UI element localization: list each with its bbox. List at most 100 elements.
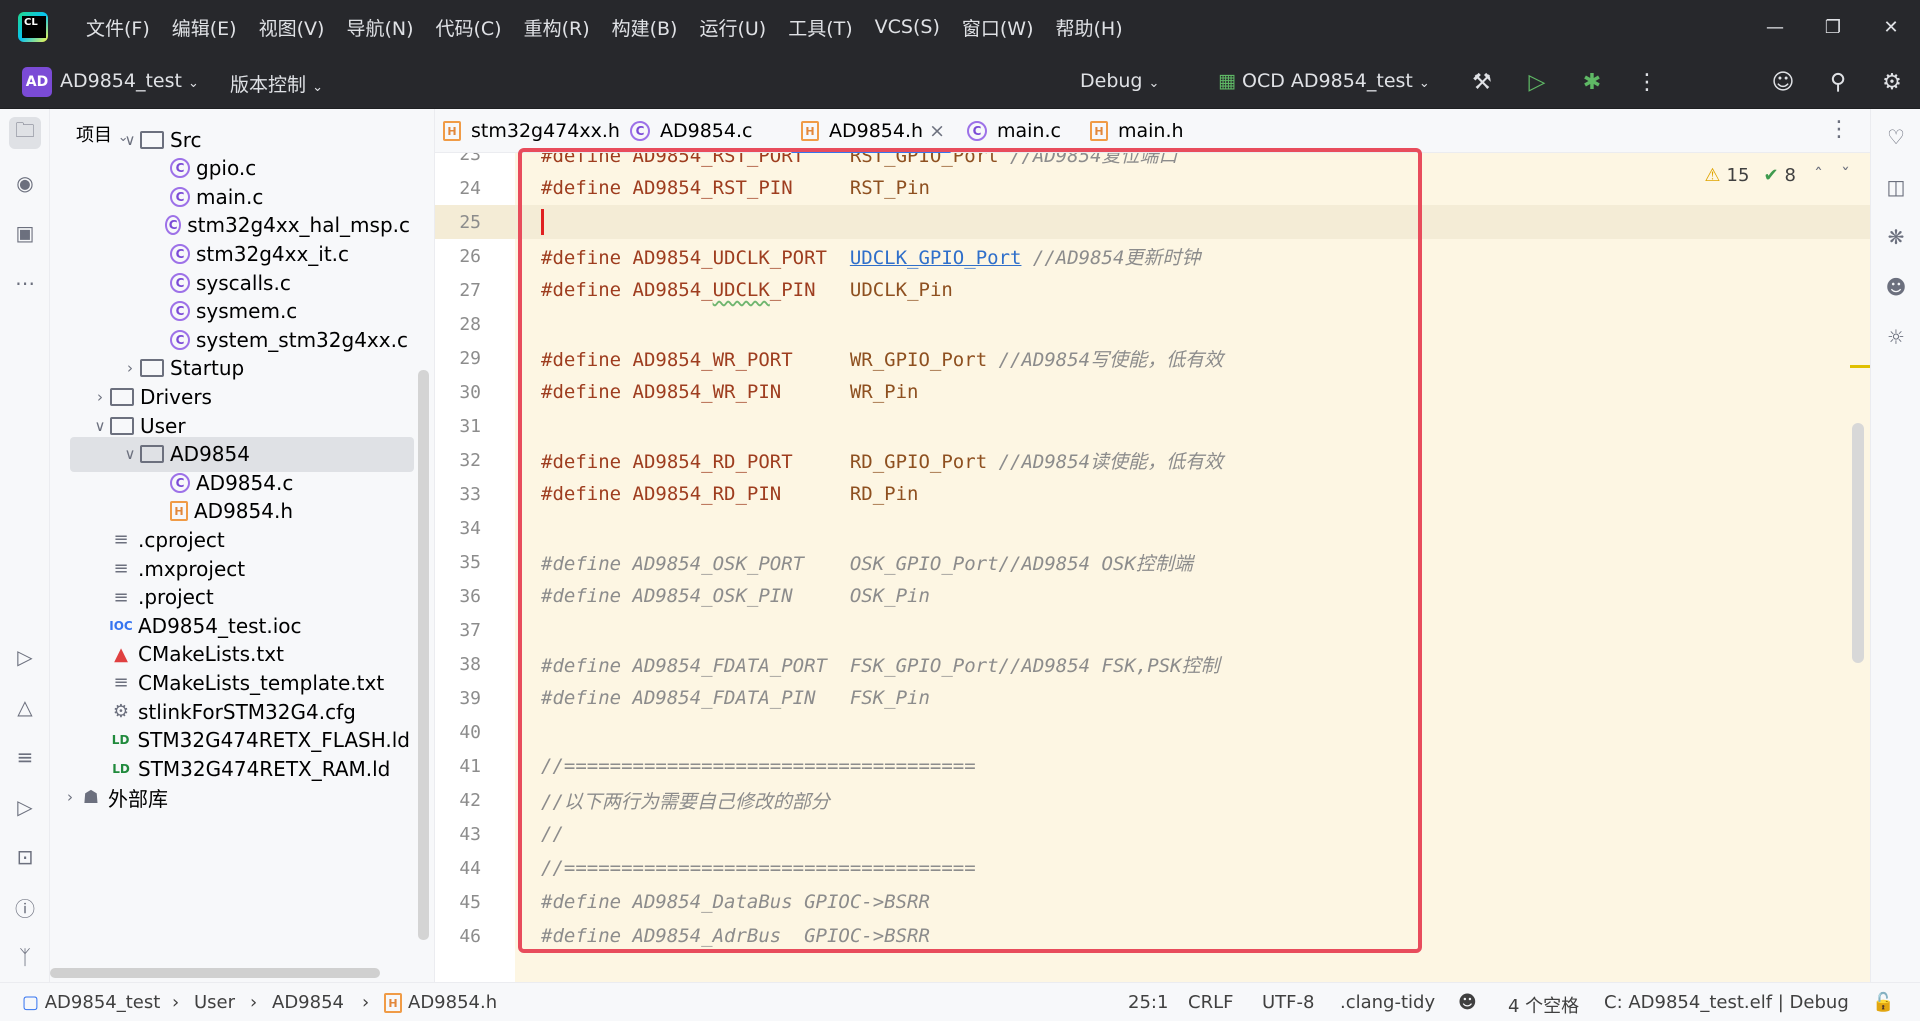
menu-item[interactable]: 编辑(E) <box>172 14 237 41</box>
breadcrumb-item[interactable]: AD9854 <box>272 992 344 1013</box>
tree-item-label: CMakeLists_template.txt <box>138 670 385 695</box>
file-encoding[interactable]: UTF-8 <box>1262 992 1314 1013</box>
inspection-widget[interactable]: ⚠ 15 ✔ 8 ˆ ˇ <box>1698 165 1850 186</box>
tab-label: AD9854.h <box>829 120 924 142</box>
run-target-selector[interactable]: ▦ OCD AD9854_test ⌄ <box>1218 70 1430 92</box>
todo-list-icon[interactable]: ≡ <box>9 741 41 773</box>
project-selector[interactable]: AD9854_test ⌄ <box>60 70 199 92</box>
menu-item[interactable]: 重构(R) <box>524 14 590 41</box>
cursor-position[interactable]: 25:1 <box>1128 992 1168 1013</box>
chevron-right-icon[interactable]: › <box>90 388 110 406</box>
menu-item[interactable]: 文件(F) <box>86 14 150 41</box>
folder-icon <box>140 359 164 378</box>
tree-item-label: Src <box>170 127 202 152</box>
copilot-status-icon[interactable]: ☻ <box>1458 992 1477 1013</box>
line-number: 25 <box>459 211 481 233</box>
more-vertical-icon[interactable]: ⋮ <box>1828 117 1850 142</box>
tree-item-label: AD9854.h <box>194 499 294 524</box>
text-file-icon: ≡ <box>113 672 129 694</box>
structure-icon[interactable]: ▣ <box>9 217 41 249</box>
menu-item[interactable]: 导航(N) <box>346 14 413 41</box>
editor-scrollbar[interactable] <box>1852 423 1864 663</box>
chevron-down-icon[interactable]: ˇ <box>1841 165 1850 186</box>
settings-gear-icon[interactable]: ⚙ <box>1876 66 1908 98</box>
database-icon[interactable]: ◫ <box>1880 171 1912 203</box>
editor-tab[interactable]: Hstm32g474xx.h <box>443 109 620 153</box>
menu-item[interactable]: 运行(U) <box>699 14 766 41</box>
line-number: 44 <box>459 857 481 879</box>
close-icon[interactable]: ✕ <box>1862 0 1920 54</box>
search-icon[interactable]: ⚲ <box>1822 66 1854 98</box>
main-menu: 文件(F) 编辑(E) 视图(V) 导航(N) 代码(C) 重构(R) 构建(B) 运行(U)… <box>86 0 1145 54</box>
copilot-icon[interactable]: ☻ <box>1880 271 1912 303</box>
run-context[interactable]: C: AD9854_test.elf | Debug <box>1604 992 1849 1013</box>
chevron-right-icon[interactable]: › <box>120 359 140 377</box>
editor-tab[interactable]: C AD9854.c <box>630 109 752 153</box>
menu-item[interactable]: 工具(T) <box>788 14 852 41</box>
more-vertical-icon[interactable]: ⋮ <box>1631 66 1663 98</box>
tree-item-label: AD9854_test.ioc <box>138 613 302 638</box>
run-panel-icon[interactable]: ▷ <box>9 641 41 673</box>
project-horizontal-scrollbar[interactable] <box>50 968 380 978</box>
menu-item[interactable]: 视图(V) <box>259 14 325 41</box>
tree-item-label: syscalls.c <box>196 270 291 295</box>
line-number: 38 <box>459 653 481 675</box>
vcs-selector[interactable]: 版本控制 ⌄ <box>230 70 323 97</box>
restore-icon[interactable]: ❐ <box>1804 0 1862 54</box>
editor-tab[interactable]: Cmain.c <box>967 109 1061 153</box>
project-scrollbar[interactable] <box>418 370 429 940</box>
lock-icon[interactable]: 🔓 <box>1872 992 1894 1013</box>
breadcrumb-label: AD9854 <box>272 992 344 1013</box>
tree-item[interactable]: › ☗ 外部库 <box>50 780 410 815</box>
menu-item[interactable]: VCS(S) <box>875 16 940 38</box>
project-folder-icon[interactable]: 🗀 <box>9 117 41 149</box>
debug-bug-icon[interactable]: ✱ <box>1576 66 1608 98</box>
chevron-down-icon[interactable]: ∨ <box>120 445 140 463</box>
breadcrumb-item[interactable]: User <box>194 992 235 1013</box>
line-separator[interactable]: CRLF <box>1188 992 1233 1013</box>
c-file-icon: C <box>967 121 987 141</box>
close-tab-icon[interactable]: × <box>929 120 945 142</box>
menu-item[interactable]: 构建(B) <box>612 14 678 41</box>
more-horizontal-icon[interactable]: ⋯ <box>9 267 41 299</box>
config-selector[interactable]: Debug ⌄ <box>1080 70 1159 92</box>
c-file-icon: C <box>630 121 650 141</box>
services-icon[interactable]: ▷ <box>9 791 41 823</box>
breadcrumb-item[interactable]: ▢ AD9854_test <box>22 992 160 1013</box>
problems-icon[interactable]: ⓘ <box>9 891 41 923</box>
header-file-icon: H <box>384 993 402 1013</box>
chevron-down-icon[interactable]: ∨ <box>90 417 110 435</box>
clang-tidy-status[interactable]: .clang-tidy <box>1340 992 1435 1013</box>
menu-item[interactable]: 帮助(H) <box>1056 14 1123 41</box>
chevron-right-icon[interactable]: › <box>60 788 80 806</box>
warning-marker[interactable] <box>1850 365 1870 368</box>
add-user-icon[interactable]: ☺ <box>1767 66 1799 98</box>
c-file-icon: C <box>170 186 190 207</box>
minimize-icon[interactable]: — <box>1746 0 1804 54</box>
chevron-down-icon[interactable]: ∨ <box>120 131 140 149</box>
config-file-icon: ⚙ <box>112 701 130 722</box>
copilot-chat-icon[interactable]: ☼ <box>1880 321 1912 353</box>
ai-assistant-icon[interactable]: ❋ <box>1880 221 1912 253</box>
editor-tab[interactable]: H AD9854.h × <box>791 109 951 153</box>
breadcrumb-item[interactable]: H AD9854.h <box>384 992 497 1013</box>
run-icon[interactable]: ▷ <box>1521 66 1553 98</box>
git-branch-icon[interactable]: ᛉ <box>9 941 41 973</box>
c-file-icon: C <box>170 243 190 264</box>
left-tool-strip: 🗀 ◉ ▣ ⋯ ▷ △ ≡ ▷ ⊡ ⓘ ᛉ <box>0 109 50 982</box>
editor-tab[interactable]: Hmain.h <box>1090 109 1184 153</box>
chevron-up-icon[interactable]: ˆ <box>1814 165 1823 186</box>
terminal-icon[interactable]: ⊡ <box>9 841 41 873</box>
problems-warning-icon[interactable]: △ <box>9 691 41 723</box>
project-badge[interactable]: AD <box>22 67 52 97</box>
commit-icon[interactable]: ◉ <box>9 167 41 199</box>
right-tool-strip: ♡ ◫ ❋ ☻ ☼ <box>1870 109 1920 982</box>
menu-item[interactable]: 代码(C) <box>435 14 501 41</box>
line-number: 39 <box>459 687 481 709</box>
tree-item-label: stlinkForSTM32G4.cfg <box>138 699 356 724</box>
indent-setting[interactable]: 4 个空格 <box>1508 992 1579 1018</box>
build-hammer-icon[interactable]: ⚒ <box>1466 66 1498 98</box>
line-number: 33 <box>459 483 481 505</box>
menu-item[interactable]: 窗口(W) <box>962 14 1034 41</box>
notifications-bell-icon[interactable]: ♡ <box>1880 121 1912 153</box>
